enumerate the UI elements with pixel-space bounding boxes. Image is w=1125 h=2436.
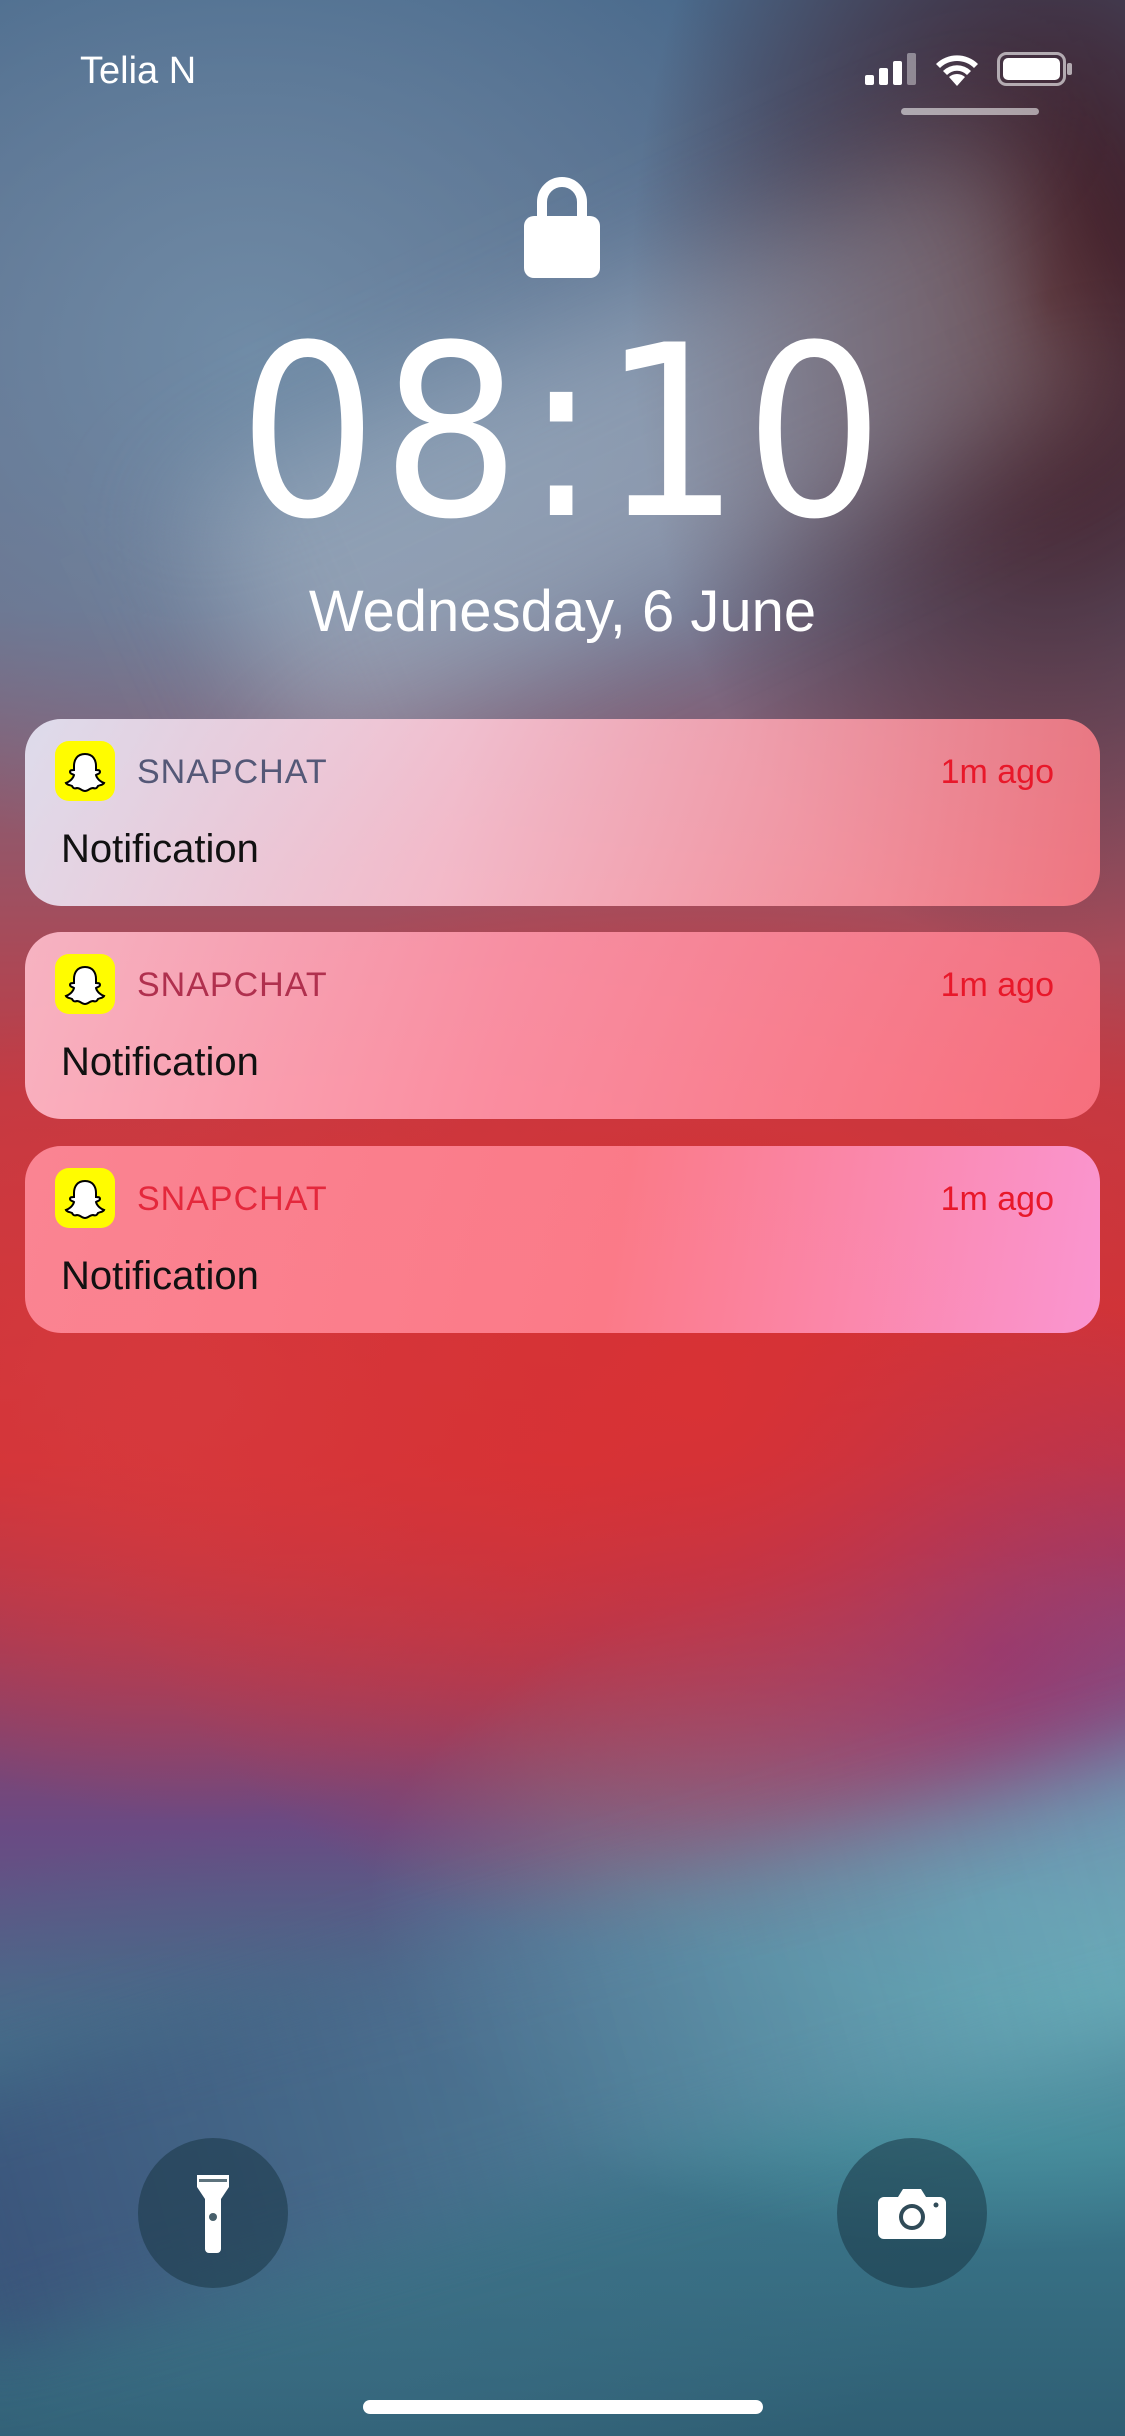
- snapchat-app-icon: [55, 954, 115, 1014]
- notification-app-name: SNAPCHAT: [137, 966, 328, 1004]
- notification-app-name: SNAPCHAT: [137, 1180, 328, 1218]
- notification-card[interactable]: SNAPCHAT 1m ago Notification: [25, 932, 1100, 1119]
- snapchat-app-icon: [55, 741, 115, 801]
- carrier-name: Telia N: [80, 50, 197, 92]
- padlock-icon: [524, 177, 600, 278]
- notification-body: Notification: [61, 1040, 259, 1084]
- snapchat-ghost-icon: [64, 965, 106, 1006]
- notification-body: Notification: [61, 1254, 259, 1298]
- status-bar: Telia N: [0, 0, 1125, 140]
- notification-timestamp: 1m ago: [940, 753, 1054, 791]
- lock-screen-clock: 08:10: [237, 295, 888, 572]
- snapchat-ghost-icon: [64, 1179, 106, 1220]
- flashlight-button[interactable]: [138, 2138, 288, 2288]
- notification-timestamp: 1m ago: [940, 966, 1054, 1004]
- camera-button[interactable]: [837, 2138, 987, 2288]
- snapchat-app-icon: [55, 1168, 115, 1228]
- wifi-icon: [936, 55, 978, 86]
- cellular-signal-icon: [865, 53, 916, 85]
- home-indicator[interactable]: [363, 2400, 763, 2414]
- notification-timestamp: 1m ago: [940, 1180, 1054, 1218]
- notification-app-name: SNAPCHAT: [137, 753, 328, 791]
- status-icons: [865, 52, 1073, 86]
- battery-icon: [997, 52, 1072, 86]
- control-center-indicator[interactable]: [901, 108, 1039, 115]
- lock-screen-date: Wednesday, 6 June: [308, 579, 817, 644]
- notification-card[interactable]: SNAPCHAT 1m ago Notification: [25, 719, 1100, 906]
- flashlight-icon: [197, 2175, 229, 2253]
- notification-body: Notification: [61, 827, 259, 871]
- snapchat-ghost-icon: [64, 752, 106, 793]
- notification-card[interactable]: SNAPCHAT 1m ago Notification: [25, 1146, 1100, 1333]
- camera-icon: [878, 2189, 946, 2239]
